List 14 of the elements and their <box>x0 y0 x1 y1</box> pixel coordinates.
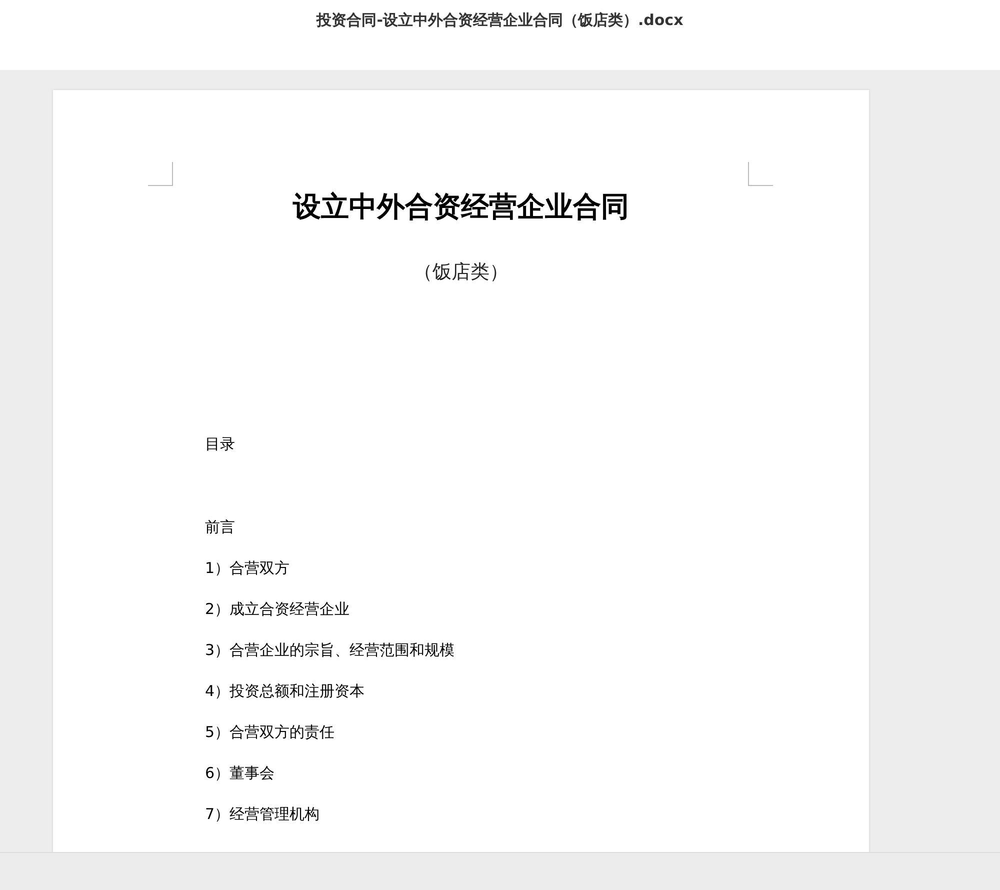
toc-item: 4）投资总额和注册资本 <box>205 681 366 701</box>
toc-item: 前言 <box>205 517 236 537</box>
toc-item: 5）合营双方的责任 <box>205 722 336 742</box>
window-title: 投资合同-设立中外合资经营企业合同（饭店类）.docx <box>316 10 684 30</box>
toc-item: 6）董事会 <box>205 763 276 783</box>
document-subtitle: （饭店类） <box>412 260 510 284</box>
toc-item: 3）合营企业的宗旨、经营范围和规模 <box>205 640 456 660</box>
toc-heading: 目录 <box>205 434 236 454</box>
document-title: 设立中外合资经营企业合同 <box>292 190 630 224</box>
crop-mark-icon <box>748 162 773 186</box>
toc-item: 1）合营双方 <box>205 558 291 578</box>
toc-item: 2）成立合资经营企业 <box>205 599 351 619</box>
toc-item: 7）经营管理机构 <box>205 804 321 824</box>
crop-mark-icon <box>148 162 173 186</box>
